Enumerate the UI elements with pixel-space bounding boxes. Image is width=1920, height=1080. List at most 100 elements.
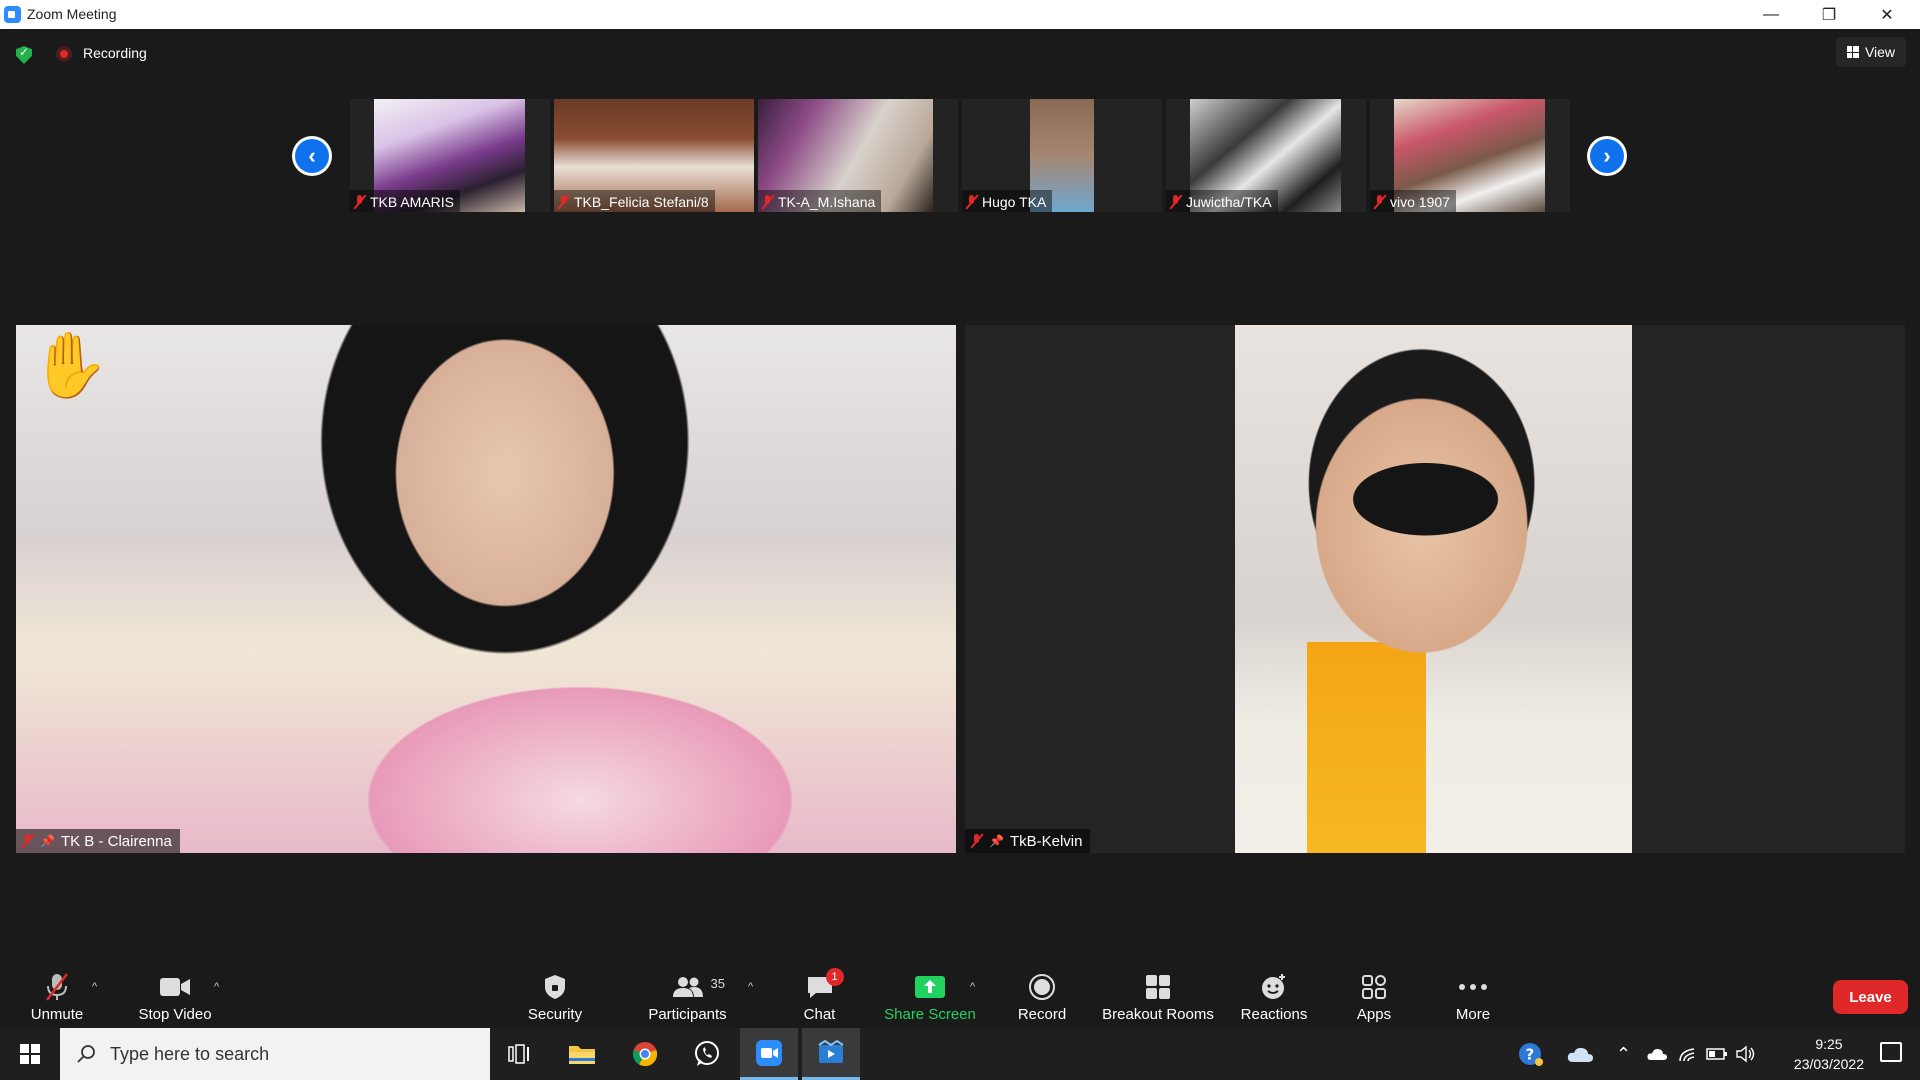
more-label: More: [1455, 1006, 1491, 1023]
participant-name-label: TKB AMARIS: [350, 190, 461, 212]
participant-name: TkB-Kelvin: [1009, 832, 1083, 850]
participant-video: [1235, 325, 1632, 853]
chat-bubble-icon: 1: [806, 968, 844, 1002]
participants-options-caret-icon[interactable]: ^: [748, 981, 753, 993]
more-button[interactable]: More: [1448, 967, 1498, 1028]
muted-mic-icon: [1170, 195, 1182, 209]
chevron-up-icon: ⌃: [1616, 1043, 1632, 1064]
raised-hand-icon: ✋: [30, 329, 110, 401]
wifi-tray-icon[interactable]: [1678, 1028, 1698, 1080]
leave-button[interactable]: Leave: [1833, 980, 1908, 1014]
more-dots-icon: [1458, 972, 1488, 1002]
whatsapp-app[interactable]: [678, 1028, 736, 1080]
previous-page-button[interactable]: ‹: [292, 136, 332, 176]
speaker-icon: [1736, 1045, 1755, 1063]
wifi-icon: [1679, 1048, 1695, 1062]
participant-thumbnail[interactable]: TKB_Felicia Stefani/8: [554, 99, 754, 212]
zoom-icon: [756, 1039, 782, 1066]
window-title-bar: Zoom Meeting — ❐ ✕: [0, 0, 1920, 29]
unmute-label: Unmute: [30, 1006, 84, 1023]
chevron-right-icon: ›: [1590, 139, 1624, 173]
participant-name-label: TK-A_M.Ishana: [758, 190, 882, 212]
participant-name-label: 📌 TK B - Clairenna: [16, 829, 180, 853]
view-button[interactable]: View: [1836, 37, 1906, 67]
share-screen-label: Share Screen: [884, 1006, 976, 1023]
security-button[interactable]: Security: [515, 967, 595, 1028]
participant-name: TKB AMARIS: [370, 194, 455, 210]
minimize-button[interactable]: —: [1742, 0, 1800, 29]
breakout-rooms-icon: [1145, 972, 1171, 1002]
breakout-rooms-button[interactable]: Breakout Rooms: [1098, 967, 1218, 1028]
cloud-icon: [1567, 1047, 1593, 1062]
participants-button[interactable]: 35 Participants: [640, 967, 735, 1028]
notification-center-icon[interactable]: [1880, 1042, 1902, 1062]
task-view-icon: [508, 1044, 529, 1064]
whatsapp-icon: [695, 1041, 719, 1066]
participants-icon: 35: [672, 972, 725, 1002]
share-options-caret-icon[interactable]: ^: [970, 981, 975, 993]
cloud-icon: [1647, 1048, 1667, 1060]
chrome-app[interactable]: [616, 1028, 674, 1080]
audio-options-caret-icon[interactable]: ^: [92, 981, 97, 993]
breakout-rooms-label: Breakout Rooms: [1102, 1006, 1214, 1023]
video-camera-icon: [159, 972, 191, 1002]
task-view-button[interactable]: [490, 1028, 548, 1080]
reactions-label: Reactions: [1240, 1006, 1308, 1023]
participant-name-label: TKB_Felicia Stefani/8: [554, 190, 715, 212]
zoom-taskbar-app[interactable]: [740, 1028, 798, 1080]
battery-tray-icon[interactable]: [1706, 1028, 1728, 1080]
pin-icon: 📌: [989, 834, 1004, 848]
participant-thumbnail[interactable]: TK-A_M.Ishana: [758, 99, 958, 212]
unmute-button[interactable]: Unmute: [22, 967, 92, 1028]
participant-thumbnail[interactable]: TKB AMARIS: [350, 99, 550, 212]
muted-mic-icon: [354, 195, 366, 209]
apps-icon: [1361, 972, 1387, 1002]
participant-name: Juwictha/TKA: [1186, 194, 1272, 210]
muted-mic-icon: [971, 834, 983, 848]
chrome-icon: [632, 1042, 658, 1067]
volume-tray-icon[interactable]: [1736, 1028, 1756, 1080]
start-button[interactable]: [0, 1028, 60, 1080]
chat-button[interactable]: 1 Chat: [792, 967, 847, 1028]
security-shield-icon[interactable]: [16, 46, 32, 64]
video-player-icon: [818, 1039, 844, 1063]
participant-thumbnail[interactable]: Juwictha/TKA: [1166, 99, 1366, 212]
video-player-app[interactable]: [802, 1028, 860, 1080]
onedrive-tray-icon[interactable]: [1566, 1028, 1594, 1080]
reactions-button[interactable]: Reactions: [1237, 967, 1311, 1028]
taskbar-clock[interactable]: 9:25 23/03/2022: [1794, 1034, 1864, 1074]
chat-unread-badge: 1: [825, 968, 844, 986]
muted-mic-icon: [966, 195, 978, 209]
windows-taskbar: Type here to search ? ⌃ 9:25 23/03/2022: [0, 1028, 1920, 1080]
onedrive-cloud-tray-icon[interactable]: [1646, 1028, 1668, 1080]
svg-text:?: ?: [1526, 1046, 1535, 1064]
stop-video-button[interactable]: Stop Video: [130, 967, 220, 1028]
participants-count: 35: [710, 976, 725, 991]
participant-thumbnail[interactable]: vivo 1907: [1370, 99, 1570, 212]
close-button[interactable]: ✕: [1858, 0, 1916, 29]
participant-thumbnail[interactable]: Hugo TKA: [962, 99, 1162, 212]
participant-name-label: 📌 TkB-Kelvin: [965, 829, 1091, 853]
participant-video-tile[interactable]: 📌 TkB-Kelvin: [965, 325, 1905, 853]
window-title: Zoom Meeting: [27, 6, 117, 22]
show-hidden-icons-button[interactable]: ⌃: [1616, 1028, 1631, 1080]
participant-name: vivo 1907: [1390, 194, 1450, 210]
restore-button[interactable]: ❐: [1800, 0, 1858, 29]
battery-icon: [1706, 1048, 1727, 1060]
clock-date: 23/03/2022: [1793, 1056, 1864, 1072]
record-button[interactable]: Record: [1012, 967, 1072, 1028]
help-tray-icon[interactable]: ?: [1518, 1028, 1544, 1080]
participant-video-tile[interactable]: ✋ 📌 TK B - Clairenna: [16, 325, 956, 853]
participant-video: [16, 325, 956, 853]
grid-view-icon: [1846, 46, 1859, 58]
next-page-button[interactable]: ›: [1587, 136, 1627, 176]
video-options-caret-icon[interactable]: ^: [214, 981, 219, 993]
chat-label: Chat: [803, 1006, 836, 1023]
taskbar-search-box[interactable]: Type here to search: [60, 1028, 490, 1080]
participant-name: TKB_Felicia Stefani/8: [574, 194, 709, 210]
reactions-smiley-icon: [1260, 972, 1288, 1002]
file-explorer-app[interactable]: [553, 1028, 611, 1080]
apps-button[interactable]: Apps: [1350, 967, 1398, 1028]
share-screen-button[interactable]: Share Screen: [880, 967, 980, 1028]
pin-icon: 📌: [40, 834, 55, 848]
